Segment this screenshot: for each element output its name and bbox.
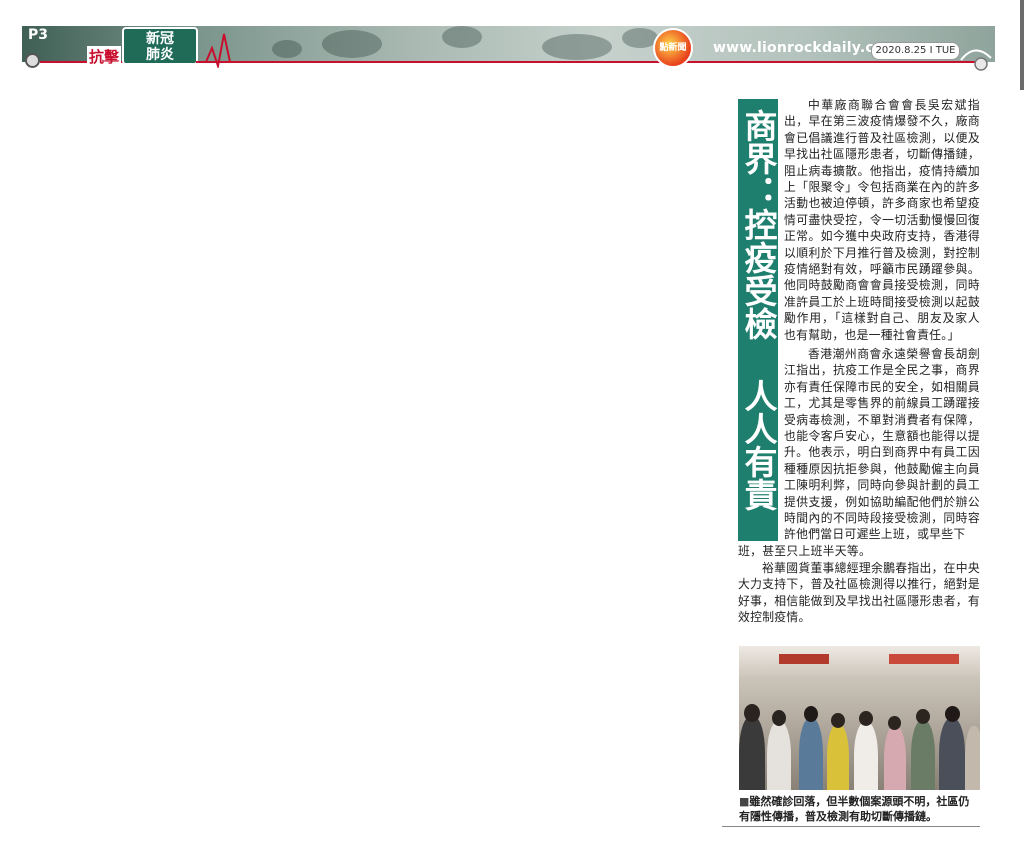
article-paragraph: 班，甚至只上班半天等。	[738, 544, 872, 558]
badge-line-2: 肺炎	[146, 47, 174, 63]
article-headline: 商界：控疫受檢 人人有責	[738, 99, 778, 541]
photo-person	[799, 718, 823, 790]
article-paragraph: 裕華國貨董事總經理余鵬春指出，在中央大力支持下，普及社區檢測得以推行，絕對是好事…	[738, 561, 980, 625]
caption-rule	[722, 826, 980, 827]
article-paragraph: 中華廠商聯合會會長吳宏斌指出，早在第三波疫情爆發不久，廠商會已倡議進行普及社區檢…	[784, 98, 980, 342]
photo-person	[827, 724, 849, 790]
photo-person	[804, 706, 818, 722]
photo-person	[888, 716, 901, 730]
photo-person	[744, 704, 760, 722]
virus-icon	[25, 53, 40, 68]
section-badge: 新冠 肺炎	[122, 27, 198, 65]
photo-caption: ■雖然確診回落，但半數個案源頭不明，社區仍有隱性傳播，普及檢測有助切斷傳播鏈。	[739, 794, 980, 824]
page-number: P3	[28, 27, 49, 43]
caption-text: 雖然確診回落，但半數個案源頭不明，社區仍有隱性傳播，普及檢測有助切斷傳播鏈。	[739, 795, 970, 823]
badge-line-1: 新冠	[146, 31, 174, 47]
scrollbar[interactable]	[1020, 0, 1024, 90]
photo-sign	[889, 654, 959, 664]
issue-date: 2020.8.25 I TUE	[871, 42, 960, 60]
photo-person	[884, 726, 906, 790]
caption-marker: ■	[739, 795, 750, 808]
heartbeat-icon	[196, 33, 246, 68]
photo-person	[739, 716, 765, 790]
photo-person	[859, 711, 873, 726]
photo-person	[772, 710, 786, 726]
photo-person	[965, 726, 980, 790]
photo-person	[767, 721, 791, 790]
logo: 點新聞	[653, 28, 693, 68]
photo-sign	[779, 654, 829, 664]
photo-person	[939, 718, 965, 790]
news-photo	[739, 646, 980, 790]
photo-person	[916, 709, 930, 724]
article-paragraph: 香港潮州商會永遠榮譽會長胡劍江指出，抗疫工作是全民之事，商界亦有責任保障市民的安…	[784, 347, 980, 542]
photo-person	[831, 713, 845, 728]
photo-person	[854, 722, 878, 790]
section-label: 抗擊	[87, 46, 122, 67]
photo-person	[945, 706, 960, 722]
photo-person	[911, 720, 935, 790]
stethoscope-icon	[960, 49, 992, 71]
